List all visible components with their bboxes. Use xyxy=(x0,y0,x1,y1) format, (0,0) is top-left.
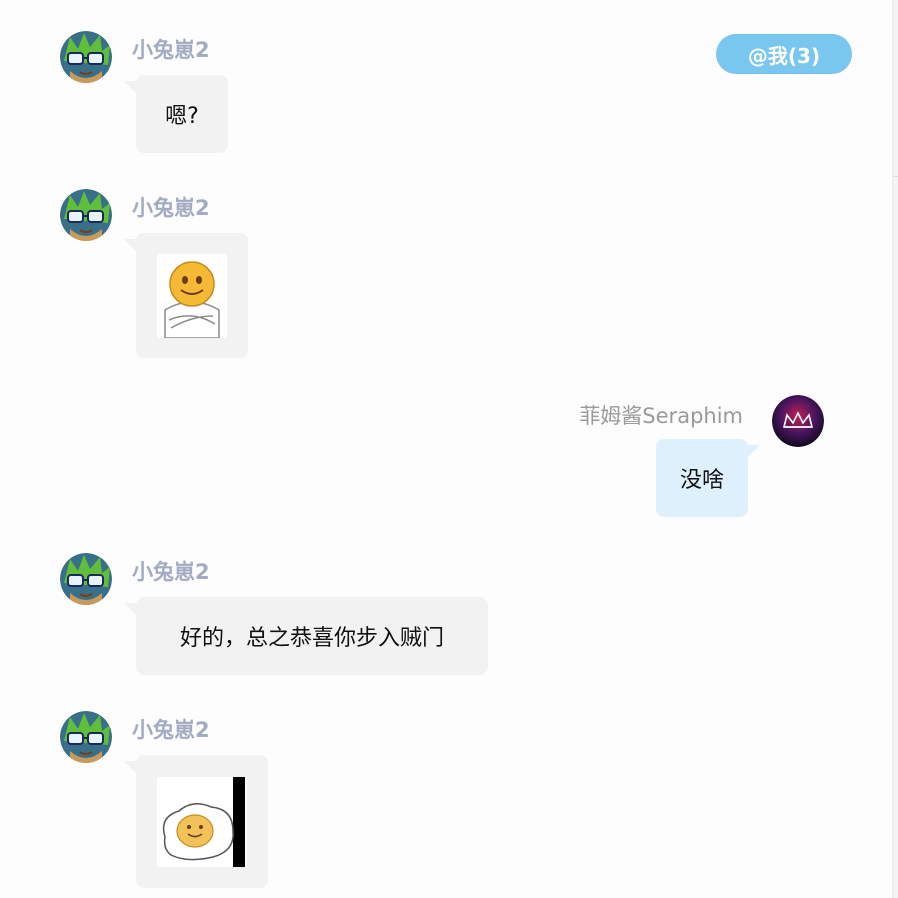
fried-egg-smiley-sticker-icon[interactable] xyxy=(157,776,247,867)
sender-name: 小兔崽2 xyxy=(132,718,210,742)
message-bubble[interactable]: 嗯? xyxy=(124,75,228,153)
anime-avatar-icon xyxy=(60,553,112,605)
self-avatar-icon[interactable] xyxy=(772,395,824,447)
sender-avatar-icon[interactable] xyxy=(60,553,112,605)
arms-crossed-smiley-sticker-icon[interactable] xyxy=(157,253,227,338)
chat-panel: @我(3) 小兔崽2 嗯? 小兔崽2 菲姆酱Seraphim 没啥 小兔崽2 好… xyxy=(0,0,898,898)
anime-avatar-icon xyxy=(60,189,112,241)
sender-avatar-icon[interactable] xyxy=(60,189,112,241)
message-bubble[interactable]: 没啥 xyxy=(656,439,760,517)
sender-avatar-icon[interactable] xyxy=(60,711,112,763)
sender-name: 菲姆酱Seraphim xyxy=(579,404,743,428)
message-bubble[interactable]: 好的，总之恭喜你步入贼门 xyxy=(124,597,488,675)
message-bubble[interactable] xyxy=(124,755,268,888)
anime-avatar-icon xyxy=(60,711,112,763)
sender-name: 小兔崽2 xyxy=(132,38,210,62)
mention-me-button[interactable]: @我(3) xyxy=(716,34,852,74)
sender-avatar-icon[interactable] xyxy=(60,31,112,83)
anime-avatar-icon xyxy=(60,31,112,83)
message-text: 嗯? xyxy=(165,104,199,129)
sender-name: 小兔崽2 xyxy=(132,560,210,584)
crown-avatar-icon xyxy=(772,395,824,447)
message-text: 没啥 xyxy=(679,468,724,493)
message-bubble[interactable] xyxy=(124,233,248,358)
sender-name: 小兔崽2 xyxy=(132,196,210,220)
scrollbar-track[interactable] xyxy=(892,0,898,898)
message-text: 好的，总之恭喜你步入贼门 xyxy=(179,626,444,651)
